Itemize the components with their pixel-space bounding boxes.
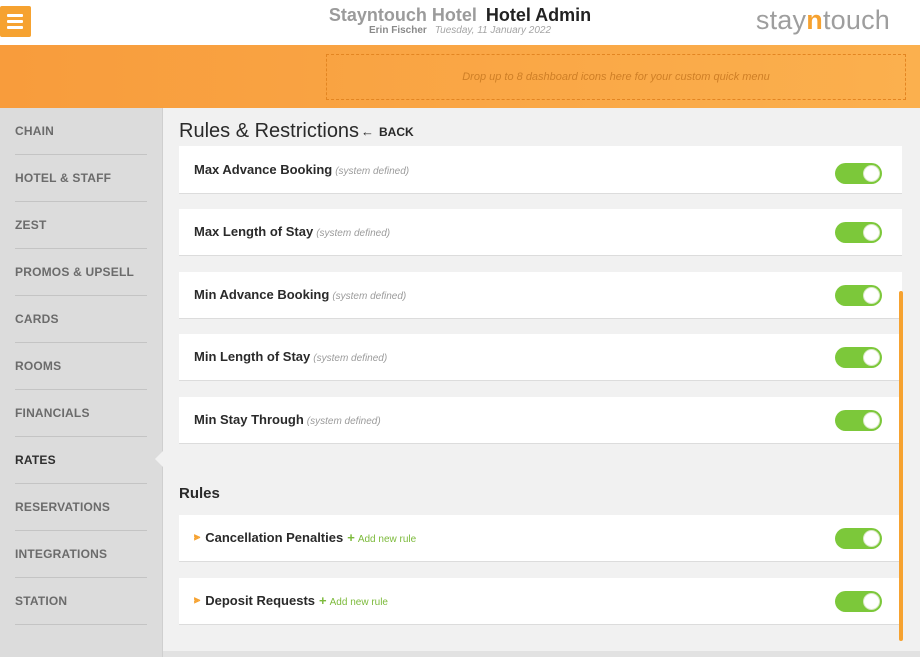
main-content: Rules & Restrictions ← BACK Max Advance B… (163, 108, 920, 657)
restriction-row: Max Advance Booking (system defined) (179, 146, 902, 194)
sidebar: CHAIN HOTEL & STAFF ZEST PROMOS & UPSELL… (0, 108, 163, 657)
rule-label: ⫸ Cancellation Penalties + Add new rule (194, 530, 416, 546)
add-rule-label: Add new rule (329, 597, 388, 608)
restriction-toggle[interactable] (835, 163, 882, 184)
restriction-toggle[interactable] (835, 410, 882, 431)
toggle-knob (863, 224, 880, 241)
arrow-left-icon: ← (361, 124, 374, 139)
logo-part: n (806, 5, 823, 35)
restriction-hint: (system defined) (316, 228, 391, 239)
toggle-knob (863, 412, 880, 429)
plus-icon: + (319, 593, 327, 608)
scrollbar[interactable] (899, 291, 903, 641)
back-label: BACK (379, 125, 414, 139)
add-new-rule-link[interactable]: + Add new rule (319, 593, 388, 608)
rule-name: Cancellation Penalties (205, 530, 344, 545)
restriction-toggle[interactable] (835, 222, 882, 243)
admin-section-title: Hotel Admin (485, 5, 592, 25)
restriction-label: Max Length of Stay (system defined) (194, 224, 390, 239)
restriction-row: Min Advance Booking (system defined) (179, 272, 902, 319)
sidebar-item-reservations[interactable]: RESERVATIONS (15, 484, 147, 531)
rule-toggle[interactable] (835, 528, 882, 549)
restriction-name: Max Length of Stay (194, 224, 314, 239)
toggle-knob (863, 530, 880, 547)
rule-toggle[interactable] (835, 591, 882, 612)
page-title: Rules & Restrictions (179, 120, 360, 142)
toggle-knob (863, 165, 880, 182)
toggle-knob (863, 349, 880, 366)
restriction-hint: (system defined) (313, 353, 388, 364)
sidebar-item-cards[interactable]: CARDS (15, 296, 147, 343)
restriction-hint: (system defined) (332, 291, 407, 302)
back-button[interactable]: ← BACK (361, 124, 414, 139)
restriction-hint: (system defined) (306, 416, 381, 427)
restriction-row: Max Length of Stay (system defined) (179, 209, 902, 256)
rule-label: ⫸ Deposit Requests + Add new rule (194, 593, 388, 609)
toggle-knob (863, 593, 880, 610)
quick-menu-drop-zone[interactable]: Drop up to 8 dashboard icons here for yo… (326, 54, 906, 100)
restriction-label: Max Advance Booking (system defined) (194, 162, 409, 177)
restriction-toggle[interactable] (835, 347, 882, 368)
active-indicator (155, 451, 163, 467)
chevron-down-icon[interactable]: ⫸ (194, 594, 200, 607)
sidebar-item-chain[interactable]: CHAIN (15, 108, 147, 155)
stayntouch-logo: stayntouch (756, 5, 890, 36)
hotel-name: Stayntouch Hotel (328, 5, 477, 25)
logo-part: touch (822, 5, 890, 35)
restriction-label: Min Advance Booking (system defined) (194, 287, 406, 302)
top-header: Stayntouch Hotel Hotel Admin Erin Fischer… (0, 0, 920, 45)
chevron-down-icon[interactable]: ⫸ (194, 531, 200, 544)
logo-part: stay (755, 5, 807, 35)
add-rule-label: Add new rule (357, 534, 417, 545)
restriction-name: Min Length of Stay (194, 349, 311, 364)
sidebar-item-rooms[interactable]: ROOMS (15, 343, 147, 390)
sidebar-item-hotel-staff[interactable]: HOTEL & STAFF (15, 155, 147, 202)
sidebar-item-integrations[interactable]: INTEGRATIONS (15, 531, 147, 578)
restriction-toggle[interactable] (835, 285, 882, 306)
restriction-name: Min Stay Through (194, 412, 304, 427)
restriction-name: Max Advance Booking (194, 162, 333, 177)
rule-row: ⫸ Cancellation Penalties + Add new rule (179, 515, 902, 562)
rule-row: ⫸ Deposit Requests + Add new rule (179, 578, 902, 625)
restriction-row: Min Length of Stay (system defined) (179, 334, 902, 381)
restriction-label: Min Length of Stay (system defined) (194, 349, 387, 364)
sidebar-item-station[interactable]: STATION (15, 578, 147, 625)
sidebar-item-zest[interactable]: ZEST (15, 202, 147, 249)
toggle-knob (863, 287, 880, 304)
user-name: Erin Fischer (369, 25, 427, 36)
plus-icon: + (347, 530, 355, 545)
restriction-row: Min Stay Through (system defined) (179, 397, 902, 444)
content-bottom-edge (163, 651, 920, 657)
rule-name: Deposit Requests (205, 593, 316, 608)
restriction-hint: (system defined) (335, 166, 410, 177)
restriction-name: Min Advance Booking (194, 287, 330, 302)
sidebar-item-promos-upsell[interactable]: PROMOS & UPSELL (15, 249, 147, 296)
current-date: Tuesday, 11 January 2022 (434, 25, 551, 36)
rules-section-title: Rules (179, 485, 220, 502)
sidebar-item-rates[interactable]: RATES (15, 437, 147, 484)
add-new-rule-link[interactable]: + Add new rule (347, 530, 417, 545)
restriction-label: Min Stay Through (system defined) (194, 412, 381, 427)
sidebar-item-financials[interactable]: FINANCIALS (15, 390, 147, 437)
